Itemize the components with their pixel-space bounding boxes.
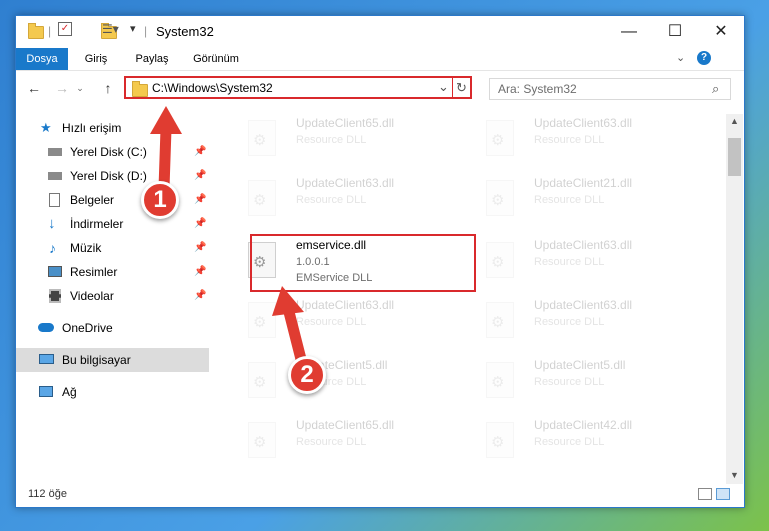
file-explorer-window: | ✓ ☰▾ ▾ | System32 — ☐ ✕ Dosya Giriş Pa… [15, 15, 745, 508]
arrow-1-head [150, 106, 182, 134]
annotation-arrows [150, 106, 310, 377]
arrow-2-head [272, 286, 304, 316]
step-1-badge: 1 [141, 181, 179, 219]
step-2-badge: 2 [288, 356, 326, 394]
arrow-1-shaft [158, 123, 172, 194]
